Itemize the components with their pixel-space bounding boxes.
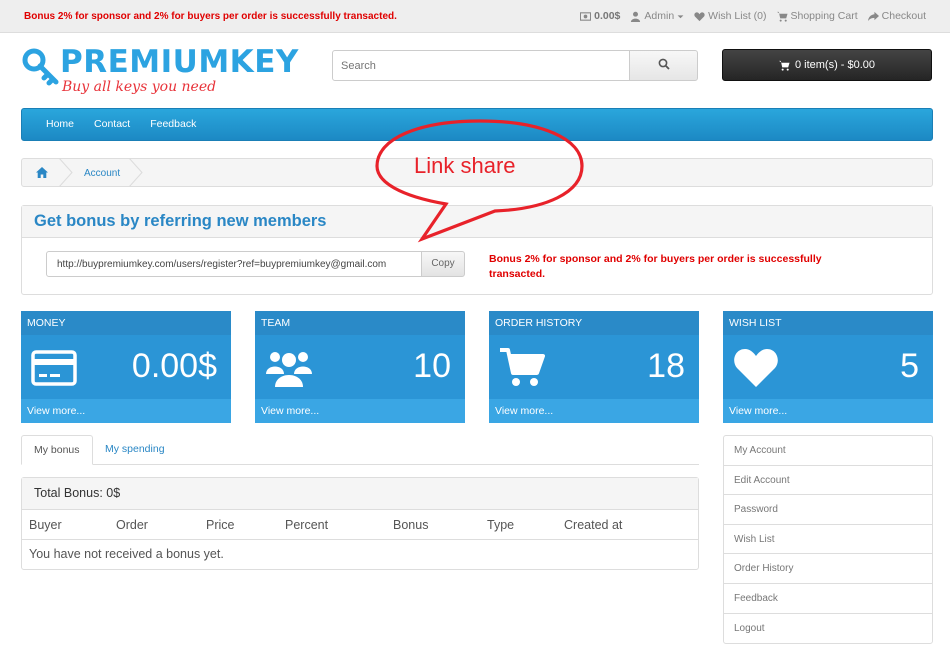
share-icon [867, 11, 879, 21]
shopping-cart-label: Shopping Cart [790, 10, 858, 22]
bonus-tabs: My bonus My spending [21, 435, 699, 465]
column-header: Price [206, 518, 235, 532]
heart-icon [734, 349, 778, 387]
breadcrumb-account[interactable]: Account [84, 168, 120, 179]
account-side-menu: My Account Edit Account Password Wish Li… [723, 435, 933, 645]
money-icon [580, 11, 592, 21]
wishlist-label: Wish List (0) [708, 10, 767, 22]
view-more-link[interactable]: View more... [21, 399, 231, 423]
wish-list-card[interactable]: WISH LIST 5 View more... [723, 311, 933, 423]
card-value: 10 [413, 347, 451, 385]
site-logo[interactable]: PREMIUMKEY Buy all keys you need [22, 44, 302, 100]
empty-message: You have not received a bonus yet. [29, 547, 224, 561]
card-title: ORDER HISTORY [495, 317, 583, 329]
column-header: Order [116, 518, 148, 532]
referral-link-field[interactable] [46, 251, 422, 277]
credit-card-icon [31, 350, 77, 386]
checkout-label: Checkout [881, 10, 926, 22]
money-card[interactable]: MONEY 0.00$ View more... [21, 311, 231, 423]
view-more-link[interactable]: View more... [489, 399, 699, 423]
caret-down-icon [677, 14, 684, 18]
checkout-link[interactable]: Checkout [867, 10, 926, 22]
wishlist-link[interactable]: Wish List (0) [694, 10, 767, 22]
card-value: 18 [647, 347, 685, 385]
callout-text: Link share [414, 153, 516, 178]
balance-value: 0.00$ [594, 10, 621, 22]
users-icon [266, 352, 312, 387]
home-icon[interactable] [36, 167, 48, 178]
card-title: MONEY [27, 317, 66, 329]
search-bar [332, 50, 698, 81]
side-menu-edit-account[interactable]: Edit Account [724, 466, 932, 496]
logo-tagline: Buy all keys you need [62, 79, 217, 95]
side-menu-feedback[interactable]: Feedback [724, 584, 932, 614]
top-bar: Bonus 2% for sponsor and 2% for buyers p… [0, 0, 950, 33]
side-menu-logout[interactable]: Logout [724, 614, 932, 644]
shopping-cart-link[interactable]: Shopping Cart [776, 10, 858, 22]
search-button[interactable] [629, 50, 698, 81]
search-input[interactable] [332, 50, 630, 81]
order-history-card[interactable]: ORDER HISTORY 18 View more... [489, 311, 699, 423]
column-header: Bonus [393, 518, 429, 532]
speech-bubble-annotation [375, 119, 584, 243]
tab-my-bonus[interactable]: My bonus [21, 435, 93, 465]
total-bonus: Total Bonus: 0$ [22, 478, 698, 510]
copy-button[interactable]: Copy [421, 251, 465, 277]
side-menu-wish-list[interactable]: Wish List [724, 525, 932, 555]
bonus-table-panel: Total Bonus: 0$ Buyer Order Price Percen… [21, 477, 699, 570]
column-header: Created at [564, 518, 623, 532]
column-header: Buyer [29, 518, 62, 532]
card-value: 5 [900, 347, 919, 385]
admin-dropdown[interactable]: Admin [630, 10, 684, 22]
logo-title: PREMIUMKEY [60, 44, 299, 80]
view-more-link[interactable]: View more... [255, 399, 465, 423]
side-menu-password[interactable]: Password [724, 495, 932, 525]
card-value: 0.00$ [131, 347, 217, 385]
team-card[interactable]: TEAM 10 View more... [255, 311, 465, 423]
search-icon [658, 58, 670, 70]
user-icon [631, 11, 641, 22]
breadcrumb-separator [128, 158, 143, 187]
top-notice: Bonus 2% for sponsor and 2% for buyers p… [24, 11, 397, 22]
card-title: TEAM [261, 317, 291, 329]
tab-my-spending[interactable]: My spending [93, 435, 177, 465]
table-header: Buyer Order Price Percent Bonus Type Cre… [22, 510, 698, 540]
nav-home[interactable]: Home [36, 109, 84, 140]
column-header: Type [487, 518, 515, 532]
shopping-cart-icon [778, 60, 790, 71]
breadcrumb-separator [58, 158, 73, 187]
cart-button[interactable]: 0 item(s) - $0.00 [722, 49, 932, 81]
nav-feedback[interactable]: Feedback [140, 109, 206, 140]
admin-label: Admin [644, 10, 675, 22]
cart-summary: 0 item(s) - $0.00 [794, 59, 876, 71]
heart-icon [694, 11, 705, 21]
view-more-link[interactable]: View more... [723, 399, 933, 423]
key-icon [22, 48, 59, 86]
side-menu-my-account[interactable]: My Account [724, 436, 932, 466]
top-links: 0.00$ Admin Wish List (0) Shopping Cart … [580, 10, 926, 22]
column-header: Percent [285, 518, 329, 532]
balance-link[interactable]: 0.00$ [580, 10, 620, 22]
shopping-cart-icon [500, 348, 545, 386]
side-menu-order-history[interactable]: Order History [724, 554, 932, 584]
nav-contact[interactable]: Contact [84, 109, 140, 140]
shopping-cart-icon [776, 11, 788, 22]
bonus-note: Bonus 2% for sponsor and 2% for buyers p… [489, 253, 822, 280]
card-title: WISH LIST [729, 317, 782, 329]
